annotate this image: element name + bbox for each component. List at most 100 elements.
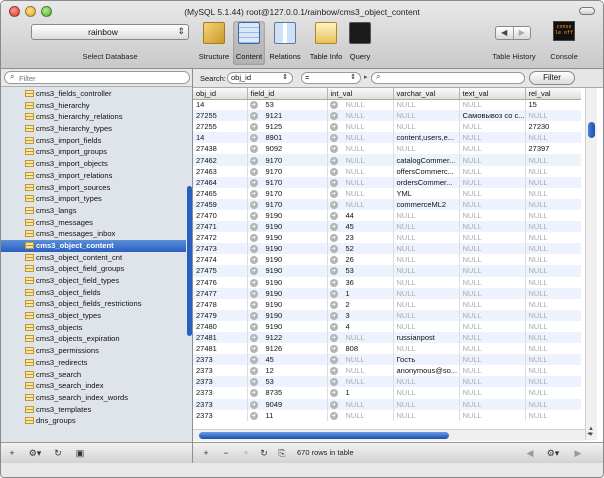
sidebar-item-table[interactable]: cms3_hierarchy_types: [1, 123, 186, 135]
foreign-key-link-icon[interactable]: ➜: [329, 167, 338, 176]
foreign-key-link-icon[interactable]: ➜: [329, 189, 338, 198]
table-cell[interactable]: NULL: [459, 376, 526, 388]
table-cell[interactable]: 27464: [193, 176, 248, 188]
table-cell[interactable]: russianpost: [393, 331, 460, 344]
table-cell[interactable]: ➜ 1: [327, 287, 394, 299]
table-row[interactable]: 27470 ➜ 9190 ➜ 44 NULL NULL NULL: [193, 209, 581, 222]
sidebar-item-table[interactable]: cms3_object_field_types: [1, 275, 186, 287]
table-cell[interactable]: NULL: [459, 331, 526, 344]
table-cell[interactable]: ➜ 9170: [247, 176, 328, 188]
foreign-key-link-icon[interactable]: ➜: [249, 123, 258, 132]
table-cell[interactable]: NULL: [459, 265, 526, 277]
table-row[interactable]: 2373 ➜ 53 ➜ NULL NULL NULL NULL: [193, 376, 581, 388]
table-cell[interactable]: NULL: [459, 132, 526, 144]
table-cell[interactable]: ➜ 23: [327, 232, 394, 244]
table-cell[interactable]: ➜ 53: [247, 99, 328, 111]
sidebar-item-table[interactable]: cms3_object_content: [1, 239, 186, 252]
sidebar-item-table[interactable]: cms3_search_index_words: [1, 392, 186, 404]
table-cell[interactable]: 27397: [525, 143, 581, 155]
table-cell[interactable]: NULL: [525, 387, 581, 399]
foreign-key-link-icon[interactable]: ➜: [249, 300, 258, 309]
table-cell[interactable]: ➜ 9190: [247, 309, 328, 321]
sidebar-item-table[interactable]: cms3_hierarchy_relations: [1, 111, 186, 123]
table-row[interactable]: 27474 ➜ 9190 ➜ 26 NULL NULL NULL: [193, 254, 581, 266]
table-cell[interactable]: NULL: [525, 132, 581, 144]
table-cell[interactable]: NULL: [393, 232, 460, 244]
table-cell[interactable]: content,users,e...: [393, 132, 460, 144]
foreign-key-link-icon[interactable]: ➜: [329, 156, 338, 165]
foreign-key-link-icon[interactable]: ➜: [329, 378, 338, 387]
foreign-key-link-icon[interactable]: ➜: [329, 101, 338, 110]
sidebar-item-table[interactable]: cms3_messages_inbox: [1, 228, 186, 240]
table-cell[interactable]: NULL: [525, 187, 581, 199]
sidebar-item-table[interactable]: cms3_import_relations: [1, 170, 186, 182]
table-info-button[interactable]: Table Info: [306, 21, 346, 65]
table-cell[interactable]: ➜ 9170: [247, 187, 328, 199]
table-row[interactable]: 27465 ➜ 9170 ➜ NULL YML NULL NULL: [193, 187, 581, 199]
table-info-toggle-button[interactable]: ▣: [73, 447, 87, 460]
table-cell[interactable]: NULL: [525, 110, 581, 122]
table-cell[interactable]: NULL: [393, 121, 460, 133]
foreign-key-link-icon[interactable]: ➜: [249, 278, 258, 287]
table-cell[interactable]: 27481: [193, 343, 248, 355]
table-cell[interactable]: ➜ 9170: [247, 165, 328, 177]
table-cell[interactable]: NULL: [393, 99, 460, 111]
table-vertical-scroll-thumb[interactable]: [588, 122, 595, 138]
table-cell[interactable]: NULL: [459, 143, 526, 155]
foreign-key-link-icon[interactable]: ➜: [329, 367, 338, 376]
table-cell[interactable]: 27480: [193, 320, 248, 332]
foreign-key-link-icon[interactable]: ➜: [329, 145, 338, 154]
refresh-tables-button[interactable]: ↻: [51, 447, 65, 460]
table-cell[interactable]: ➜ 9092: [247, 143, 328, 155]
sidebar-item-table[interactable]: cms3_object_fields_restrictions: [1, 298, 186, 310]
table-cell[interactable]: NULL: [525, 276, 581, 288]
foreign-key-link-icon[interactable]: ➜: [329, 223, 338, 232]
table-cell[interactable]: NULL: [459, 154, 526, 166]
table-row[interactable]: 27473 ➜ 9190 ➜ 52 NULL NULL NULL: [193, 243, 581, 255]
table-cell[interactable]: NULL: [393, 265, 460, 277]
table-cell[interactable]: ➜ 44: [327, 209, 394, 222]
table-cell[interactable]: ➜ NULL: [327, 110, 394, 122]
table-cell[interactable]: 27472: [193, 232, 248, 244]
foreign-key-link-icon[interactable]: ➜: [329, 334, 338, 343]
table-cell[interactable]: YML: [393, 187, 460, 199]
column-header-varchar-val[interactable]: varchar_val: [393, 88, 460, 100]
table-cell[interactable]: NULL: [525, 209, 581, 222]
table-cell[interactable]: 27473: [193, 243, 248, 255]
table-cell[interactable]: NULL: [459, 287, 526, 299]
foreign-key-link-icon[interactable]: ➜: [249, 200, 258, 209]
table-cell[interactable]: NULL: [393, 409, 460, 421]
table-cell[interactable]: NULL: [459, 99, 526, 111]
table-cell[interactable]: anonymous@so...: [393, 365, 460, 377]
table-cell[interactable]: 27459: [193, 198, 248, 210]
foreign-key-link-icon[interactable]: ➜: [249, 400, 258, 409]
table-cell[interactable]: ➜ 9190: [247, 265, 328, 277]
table-cell[interactable]: NULL: [393, 254, 460, 266]
table-cell[interactable]: ➜ 9170: [247, 198, 328, 210]
foreign-key-link-icon[interactable]: ➜: [249, 223, 258, 232]
table-cell[interactable]: NULL: [459, 320, 526, 332]
sidebar-scroll-thumb[interactable]: [187, 186, 192, 336]
table-cell[interactable]: NULL: [525, 243, 581, 255]
sidebar-item-table[interactable]: cms3_search: [1, 369, 186, 381]
foreign-key-link-icon[interactable]: ➜: [249, 178, 258, 187]
foreign-key-link-icon[interactable]: ➜: [249, 156, 258, 165]
foreign-key-link-icon[interactable]: ➜: [249, 211, 258, 220]
foreign-key-link-icon[interactable]: ➜: [249, 345, 258, 354]
table-cell[interactable]: Гость: [393, 354, 460, 366]
foreign-key-link-icon[interactable]: ➜: [249, 378, 258, 387]
table-cell[interactable]: ➜ 9049: [247, 398, 328, 410]
structure-button[interactable]: Structure: [196, 21, 232, 65]
foreign-key-link-icon[interactable]: ➜: [249, 234, 258, 243]
foreign-key-link-icon[interactable]: ➜: [329, 123, 338, 132]
table-cell[interactable]: ➜ 53: [247, 376, 328, 388]
table-cell[interactable]: ➜ 9122: [247, 331, 328, 344]
foreign-key-link-icon[interactable]: ➜: [329, 256, 338, 265]
table-cell[interactable]: ➜ 9190: [247, 232, 328, 244]
table-cell[interactable]: 27230: [525, 121, 581, 133]
table-cell[interactable]: ➜ 36: [327, 276, 394, 288]
table-cell[interactable]: NULL: [525, 232, 581, 244]
foreign-key-link-icon[interactable]: ➜: [249, 289, 258, 298]
table-filter-field[interactable]: ⌕: [4, 71, 190, 84]
table-cell[interactable]: ➜ 9190: [247, 243, 328, 255]
